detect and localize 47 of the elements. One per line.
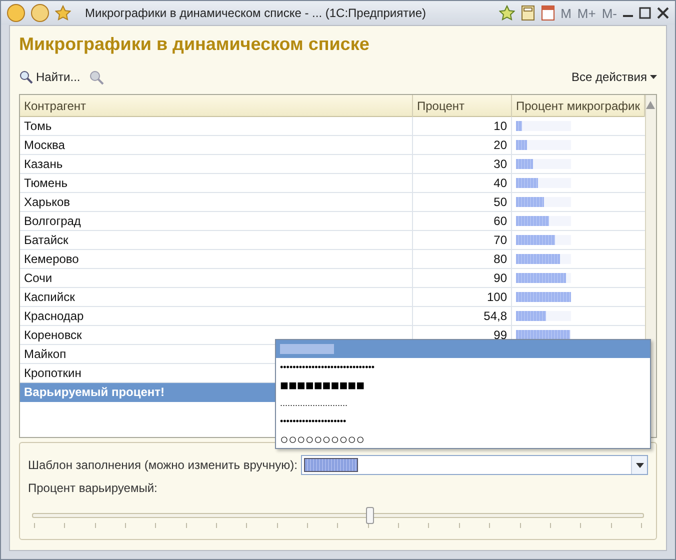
window-title: Микрографики в динамическом списке - ... (1С:Предприятие) [85, 6, 428, 20]
table-cell: 50 [413, 193, 512, 211]
field-label: Шаблон заполнения (можно изменить вручную): [28, 458, 298, 472]
table-row[interactable]: Казань 30 [20, 155, 645, 174]
table-row[interactable]: Тюмень 40 [20, 174, 645, 193]
find-button[interactable]: Найти... [19, 70, 80, 84]
table-row[interactable]: Батайск 70 [20, 231, 645, 250]
table-row[interactable]: Москва 20 [20, 136, 645, 155]
table-cell: Батайск [20, 231, 413, 249]
table-cell: Харьков [20, 193, 413, 211]
pattern-option[interactable]: ■■■■■■■■■■ [276, 376, 650, 394]
table-cell: 70 [413, 231, 512, 249]
all-actions-menu[interactable]: Все действия [572, 70, 657, 84]
pattern-option[interactable]: •••••••••••••••••••••••••••••• [276, 358, 650, 376]
table-cell: 100 [413, 288, 512, 306]
table-row[interactable]: Краснодар 54,8 [20, 307, 645, 326]
table-cell: 90 [413, 269, 512, 287]
table-cell: 10 [413, 117, 512, 135]
table-cell: Томь [20, 117, 413, 135]
slider-label: Процент варьируемый: [28, 481, 158, 495]
table-cell: 80 [413, 250, 512, 268]
form-title: Микрографики в динамическом списке [19, 34, 370, 55]
table-cell: 54,8 [413, 307, 512, 325]
table-cell: Москва [20, 136, 413, 154]
table-cell: Каспийск [20, 288, 413, 306]
pattern-option[interactable]: ••••••••••••••••••••• [276, 412, 650, 430]
table-row[interactable]: Томь 10 [20, 117, 645, 136]
memory-button[interactable]: M [560, 6, 572, 20]
table-row[interactable]: Волгоград 60 [20, 212, 645, 231]
table-row[interactable]: Сочи 90 [20, 269, 645, 288]
table-row[interactable]: Кемерово 80 [20, 250, 645, 269]
table-cell: Тюмень [20, 174, 413, 192]
table-cell: 60 [413, 212, 512, 230]
memory-button[interactable]: M+ [577, 6, 596, 20]
table-cell: 20 [413, 136, 512, 154]
pattern-option[interactable]: ........................... [276, 394, 650, 412]
pattern-option[interactable]: ○○○○○○○○○○ [276, 430, 650, 448]
table-cell: Волгоград [20, 212, 413, 230]
table-cell: 40 [413, 174, 512, 192]
memory-button[interactable]: M- [602, 6, 617, 20]
table-cell: Кемерово [20, 250, 413, 268]
table-cell: Казань [20, 155, 413, 173]
table-cell: 30 [413, 155, 512, 173]
table-cell: Краснодар [20, 307, 413, 325]
table-row[interactable]: Каспийск 100 [20, 288, 645, 307]
table-cell: Сочи [20, 269, 413, 287]
table-row[interactable]: Харьков 50 [20, 193, 645, 212]
